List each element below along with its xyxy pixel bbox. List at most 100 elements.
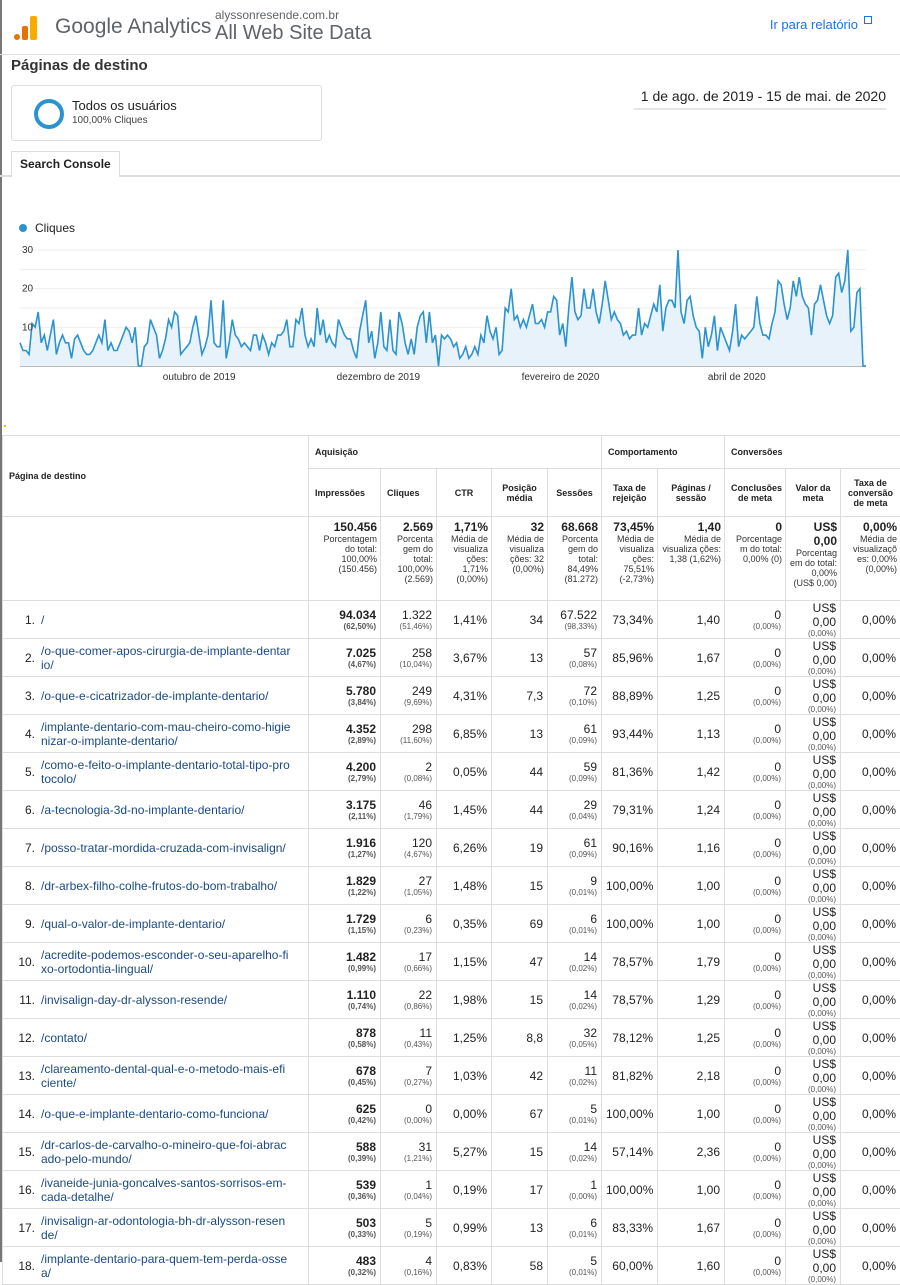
ctr-cell: 1,98% <box>437 981 492 1019</box>
column-header[interactable]: Taxa de rejeição <box>602 469 658 517</box>
goal-completions-cell: 0(0,00%) <box>725 1209 786 1247</box>
goal-value-cell: US$ 0,00(0,00%) <box>786 791 841 829</box>
row-number: 4. <box>9 727 35 741</box>
go-to-report-link[interactable]: Ir para relatório <box>770 17 872 32</box>
row-number: 9. <box>9 917 35 931</box>
page-link[interactable]: /acredite-podemos-esconder-o-seu-aparelh… <box>41 948 291 976</box>
view-name: All Web Site Data <box>215 22 371 45</box>
cell-percent: (0,10%) <box>552 698 597 707</box>
position-cell: 44 <box>492 753 548 791</box>
sessions-cell: 57(0,08%) <box>548 639 602 677</box>
pages-per-session-cell: 1,25 <box>658 1019 725 1057</box>
column-header[interactable]: Cliques <box>381 469 437 517</box>
goal-value-cell: US$ 0,00(0,00%) <box>786 715 841 753</box>
page-link[interactable]: /o-que-e-implante-dentario-como-funciona… <box>41 1107 291 1121</box>
page-link[interactable]: /posso-tratar-mordida-cruzada-com-invisa… <box>41 841 291 855</box>
impressions-cell: 539(0,36%) <box>309 1171 381 1209</box>
row-number: 3. <box>9 689 35 703</box>
cell-value: 503 <box>356 1216 376 1230</box>
cell-percent: (2,11%) <box>313 812 376 821</box>
tab-search-console[interactable]: Search Console <box>11 151 120 177</box>
cell-value: 27 <box>419 874 432 888</box>
cell-value: 539 <box>356 1178 376 1192</box>
goal-completions-cell: 0(0,00%) <box>725 1171 786 1209</box>
page-cell: 8. /dr-arbex-filho-colhe-frutos-do-bom-tr… <box>3 867 309 905</box>
conversion-rate-cell: 0,00% <box>841 1057 900 1095</box>
cell-value: 249 <box>412 684 432 698</box>
cell-percent: (0,86%) <box>385 1002 432 1011</box>
cell-value: 1.482 <box>346 950 376 964</box>
header-landing-page[interactable]: Página de destino <box>3 436 309 517</box>
column-header[interactable]: Páginas / sessão <box>658 469 725 517</box>
total-value: 0 <box>728 520 782 534</box>
bounce-cell: 78,57% <box>602 981 658 1019</box>
page-link[interactable]: /como-e-feito-o-implante-dentario-total-… <box>41 758 291 786</box>
page-link[interactable]: /implante-dentario-com-mau-cheiro-como-h… <box>41 720 291 748</box>
cell-value: US$ 0,00 <box>813 1133 836 1161</box>
row-number: 8. <box>9 879 35 893</box>
column-header[interactable]: Valor da meta <box>786 469 841 517</box>
cell-percent: (9,69%) <box>385 698 432 707</box>
cell-value: 1 <box>425 1178 432 1192</box>
cell-value: 3.175 <box>346 798 376 812</box>
impressions-cell: 503(0,33%) <box>309 1209 381 1247</box>
page-link[interactable]: /clareamento-dental-qual-e-o-metodo-mais… <box>41 1062 291 1090</box>
clicks-cell: 120(4,67%) <box>381 829 437 867</box>
cell-percent: (0,00%) <box>729 1192 781 1201</box>
column-header[interactable]: CTR <box>437 469 492 517</box>
impressions-cell: 1.829(1,22%) <box>309 867 381 905</box>
column-header[interactable]: Taxa de conversão de meta <box>841 469 900 517</box>
page-link[interactable]: /a-tecnologia-3d-no-implante-dentario/ <box>41 803 291 817</box>
cell-value: US$ 0,00 <box>813 1095 836 1123</box>
page-link[interactable]: /dr-carlos-de-carvalho-o-mineiro-que-foi… <box>41 1138 291 1166</box>
page-cell: 12./contato/ <box>3 1019 309 1057</box>
segment-card[interactable]: Todos os usuários 100,00% Cliques <box>11 85 322 141</box>
column-header[interactable]: Posição média <box>492 469 548 517</box>
cell-percent: (11,60%) <box>385 736 432 745</box>
page-link[interactable]: /invisalign-ar-odontologia-bh-dr-alysson… <box>41 1214 291 1242</box>
table-row: 16./ivaneide-junia-goncalves-santos-sorr… <box>3 1171 900 1209</box>
page-cell: 14./o-que-e-implante-dentario-como-funci… <box>3 1095 309 1133</box>
total-note: Média de visualiza ções: 32 (0,00%) <box>507 534 544 574</box>
page-link[interactable]: /invisalign-day-dr-alysson-resende/ <box>41 993 291 1007</box>
goal-value-cell: US$ 0,00(0,00%) <box>786 639 841 677</box>
cell-percent: (1,15%) <box>313 926 376 935</box>
cell-percent: (4,67%) <box>385 850 432 859</box>
column-header[interactable]: Conclusões de meta <box>725 469 786 517</box>
cell-value: 0 <box>774 912 781 926</box>
sessions-cell: 11(0,02%) <box>548 1057 602 1095</box>
bounce-cell: 100,00% <box>602 905 658 943</box>
table-row: 1./94.034(62,50%)1.322(51,46%)1,41%3467.… <box>3 601 900 639</box>
column-header[interactable]: Sessões <box>548 469 602 517</box>
cell-percent: (0,00%) <box>729 622 781 631</box>
page-link[interactable]: / <box>41 613 291 627</box>
sessions-cell: 32(0,05%) <box>548 1019 602 1057</box>
page-link[interactable]: /o-que-comer-apos-cirurgia-de-implante-d… <box>41 644 291 672</box>
page-title: Páginas de destino <box>11 57 148 74</box>
page-cell: 6./a-tecnologia-3d-no-implante-dentario/ <box>3 791 309 829</box>
y-tick-label: 10 <box>22 322 34 333</box>
cell-value: 6 <box>590 912 597 926</box>
position-cell: 17 <box>492 1171 548 1209</box>
cell-value: 0 <box>774 836 781 850</box>
page-link[interactable]: /ivaneide-junia-goncalves-santos-sorriso… <box>41 1176 291 1204</box>
page-link[interactable]: /o-que-e-cicatrizador-de-implante-dentar… <box>41 689 291 703</box>
page-link[interactable]: /qual-o-valor-de-implante-dentario/ <box>41 917 291 931</box>
cell-percent: (0,00%) <box>790 971 836 980</box>
ctr-cell: 0,99% <box>437 1209 492 1247</box>
impressions-cell: 588(0,39%) <box>309 1133 381 1171</box>
ctr-cell: 1,48% <box>437 867 492 905</box>
column-header[interactable]: Impressões <box>309 469 381 517</box>
page-link[interactable]: /implante-dentario-para-quem-tem-perda-o… <box>41 1252 291 1280</box>
cell-percent: (0,01%) <box>552 888 597 897</box>
page-link[interactable]: /dr-arbex-filho-colhe-frutos-do-bom-trab… <box>41 879 291 893</box>
cell-percent: (0,36%) <box>313 1192 376 1201</box>
cell-percent: (0,00%) <box>790 743 836 752</box>
clicks-cell: 17(0,66%) <box>381 943 437 981</box>
date-range-picker[interactable]: 1 de ago. de 2019 - 15 de mai. de 2020 <box>634 88 886 110</box>
cell-percent: (0,00%) <box>729 964 781 973</box>
page-link[interactable]: /contato/ <box>41 1031 291 1045</box>
pages-per-session-cell: 1,16 <box>658 829 725 867</box>
goal-completions-cell: 0(0,00%) <box>725 791 786 829</box>
sessions-cell: 5(0,01%) <box>548 1247 602 1285</box>
